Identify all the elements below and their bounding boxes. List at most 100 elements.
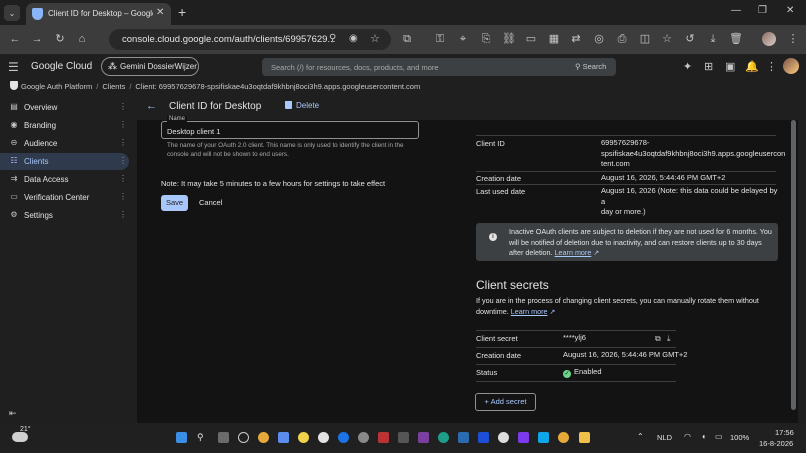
battery-icon[interactable]: ▭ xyxy=(715,432,723,441)
chrome-icon[interactable] xyxy=(258,432,269,443)
more-options-icon[interactable]: ⋮ xyxy=(119,138,127,147)
sidebar-item-clients[interactable]: ☷ Clients ⋮ xyxy=(0,153,129,170)
lens-icon[interactable]: ◎ xyxy=(592,32,606,46)
learn-more-link[interactable]: Learn more xyxy=(511,307,548,316)
star-icon[interactable]: ☆ xyxy=(370,32,380,45)
sidebar-item-data-access[interactable]: ⇉ Data Access ⋮ xyxy=(0,171,129,188)
app-icon[interactable] xyxy=(478,432,489,443)
history-icon[interactable]: ↺ xyxy=(683,32,697,46)
breadcrumb-item[interactable]: Clients xyxy=(102,82,125,91)
forward-icon[interactable]: → xyxy=(30,32,44,46)
app-icon[interactable] xyxy=(498,432,509,443)
notifications-icon[interactable]: 🔔 xyxy=(745,60,759,73)
search-input[interactable]: Search (/) for resources, docs, products… xyxy=(262,58,616,76)
name-field[interactable]: Name Desktop client 1 xyxy=(161,116,419,139)
weather-cloud-icon[interactable] xyxy=(12,432,28,442)
cancel-button[interactable]: Cancel xyxy=(199,198,222,207)
trash-icon[interactable]: 🗑 xyxy=(729,32,743,46)
clock-time[interactable]: 17:56 xyxy=(775,428,794,437)
restore-icon[interactable]: ❐ xyxy=(758,5,767,16)
more-options-icon[interactable]: ⋮ xyxy=(119,156,127,165)
copy-icon[interactable]: ⧉ xyxy=(655,334,661,344)
hamburger-menu-icon[interactable]: ☰ xyxy=(8,60,19,74)
volume-icon[interactable]: ◐ xyxy=(702,432,707,441)
tab-close-icon[interactable]: ✕ xyxy=(156,7,164,18)
file-explorer-icon[interactable] xyxy=(579,432,590,443)
collapse-sidebar-icon[interactable]: ⇤ xyxy=(9,408,17,419)
github-icon[interactable] xyxy=(318,432,329,443)
search-icon[interactable]: ⚲ xyxy=(197,432,208,443)
download-icon[interactable]: ⤓ xyxy=(706,32,720,46)
sidebar-item-branding[interactable]: ◉ Branding ⋮ xyxy=(0,117,129,134)
more-options-icon[interactable]: ⋮ xyxy=(119,210,127,219)
google-cloud-logo[interactable]: Google Cloud xyxy=(31,61,92,72)
tab-search-icon[interactable]: ⌄ xyxy=(4,5,20,21)
input-language[interactable]: NLD xyxy=(657,433,672,442)
minimize-icon[interactable]: — xyxy=(731,5,741,16)
key-icon[interactable]: ⚿ xyxy=(433,32,447,46)
menu-icon[interactable]: ⋮ xyxy=(786,32,800,46)
save-button[interactable]: Save xyxy=(161,195,188,211)
eye-off-icon[interactable]: ◉ xyxy=(349,33,358,44)
project-picker-button[interactable]: ⁂ Gemini DossierWijzer xyxy=(101,57,199,76)
link-icon[interactable]: ⛓ xyxy=(502,32,516,46)
more-options-icon[interactable]: ⋮ xyxy=(119,102,127,111)
more-icon[interactable]: ⋮ xyxy=(766,60,777,73)
sidebar-item-settings[interactable]: ⚙ Settings ⋮ xyxy=(0,207,129,224)
app-icon[interactable] xyxy=(458,432,469,443)
cast-icon[interactable]: ▭ xyxy=(524,32,538,46)
delete-button[interactable]: Delete xyxy=(285,101,319,110)
start-icon[interactable] xyxy=(176,432,187,443)
more-options-icon[interactable]: ⋮ xyxy=(119,192,127,201)
search-button[interactable]: ⚲ Search xyxy=(575,62,606,71)
learn-more-link[interactable]: Learn more xyxy=(555,248,592,257)
sidepanel-icon[interactable]: ◫ xyxy=(638,32,652,46)
add-secret-button[interactable]: + Add secret xyxy=(475,393,536,411)
app-icon[interactable] xyxy=(338,432,349,443)
breadcrumb-item[interactable]: Google Auth Platform xyxy=(21,82,92,91)
download-icon[interactable]: ⤓ xyxy=(667,334,671,344)
translate-icon[interactable]: ⎘ xyxy=(479,32,493,46)
terminal-icon[interactable]: ▣ xyxy=(725,60,735,73)
bulb-icon[interactable] xyxy=(298,432,309,443)
more-options-icon[interactable]: ⋮ xyxy=(119,174,127,183)
app-icon[interactable] xyxy=(358,432,369,443)
profile-avatar[interactable] xyxy=(762,32,776,46)
copilot-icon[interactable] xyxy=(238,432,249,443)
terminal-app-icon[interactable] xyxy=(398,432,409,443)
vscode-icon[interactable] xyxy=(538,432,549,443)
gift-icon[interactable]: ⊞ xyxy=(704,60,713,73)
new-tab-icon[interactable]: + xyxy=(178,4,186,20)
app-icon[interactable] xyxy=(418,432,429,443)
task-view-icon[interactable] xyxy=(218,432,229,443)
scrollbar[interactable] xyxy=(791,120,796,410)
app-icon[interactable] xyxy=(378,432,389,443)
back-arrow-icon[interactable]: ← xyxy=(146,100,157,112)
browser-tab[interactable]: Client ID for Desktop – Google ✕ xyxy=(26,3,171,25)
clock-date[interactable]: 16-8-2026 xyxy=(759,439,793,448)
gemini-spark-icon[interactable]: ✦ xyxy=(683,60,692,73)
sidebar-item-overview[interactable]: ▤ Overview ⋮ xyxy=(0,99,129,116)
grid-icon[interactable]: ▦ xyxy=(547,32,561,46)
app-icon[interactable] xyxy=(518,432,529,443)
print-icon[interactable]: ⎙ xyxy=(615,32,629,46)
translate-page-icon[interactable]: ⇄ xyxy=(569,32,583,46)
zoom-icon[interactable]: ⚲ xyxy=(329,33,336,44)
tray-chevron-icon[interactable]: ⌃ xyxy=(637,432,644,441)
extensions-icon[interactable]: ⧉ xyxy=(400,32,414,46)
location-icon[interactable]: ⌖ xyxy=(456,32,470,46)
gemini-icon[interactable] xyxy=(278,432,289,443)
back-icon[interactable]: ← xyxy=(8,32,22,46)
sidebar-item-verification-center[interactable]: ▭ Verification Center ⋮ xyxy=(0,189,129,206)
app-icon[interactable] xyxy=(438,432,449,443)
sidebar-item-audience[interactable]: ⊖ Audience ⋮ xyxy=(0,135,129,152)
home-icon[interactable]: ⌂ xyxy=(75,32,89,46)
chrome-active-icon[interactable] xyxy=(558,432,569,443)
close-window-icon[interactable]: ✕ xyxy=(786,5,794,16)
reload-icon[interactable]: ↻ xyxy=(53,32,67,46)
wifi-icon[interactable]: ◠ xyxy=(684,432,691,441)
address-bar[interactable]: console.cloud.google.com/auth/clients/69… xyxy=(109,29,391,50)
account-avatar[interactable] xyxy=(783,58,799,74)
more-options-icon[interactable]: ⋮ xyxy=(119,120,127,129)
bookmark-star-icon[interactable]: ☆ xyxy=(660,32,674,46)
